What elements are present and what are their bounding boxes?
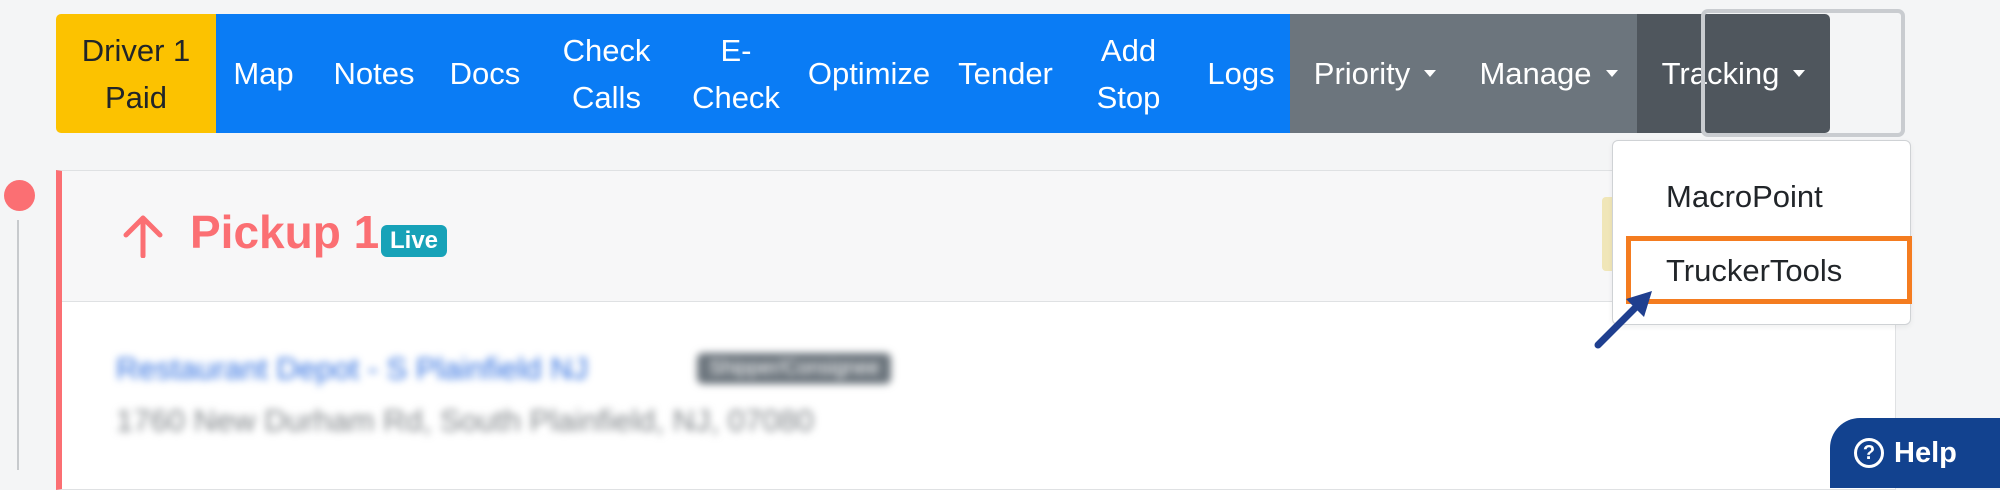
location-name-link[interactable]: Restaurant Depot - S Plainfield NJ <box>116 351 588 387</box>
timeline-dot <box>4 180 35 211</box>
map-button[interactable]: Map <box>216 14 311 133</box>
logs-button[interactable]: Logs <box>1192 14 1290 133</box>
help-label: Help <box>1894 436 1957 469</box>
e-check-button[interactable]: E- Check <box>680 14 792 133</box>
question-circle-icon: ? <box>1854 438 1884 468</box>
tracking-label: Tracking <box>1661 56 1780 91</box>
docs-button[interactable]: Docs <box>437 14 533 133</box>
menu-item-macropoint[interactable]: MacroPoint <box>1666 179 1823 215</box>
location-type-badge: Shipper/Consignee <box>697 353 892 384</box>
caret-down-icon <box>1793 70 1806 77</box>
timeline-line <box>17 220 19 470</box>
caret-down-icon <box>1424 70 1437 77</box>
priority-dropdown[interactable]: Priority <box>1290 14 1460 133</box>
pointer-arrow-icon <box>1594 291 1652 349</box>
caret-down-icon <box>1605 70 1618 77</box>
menu-item-truckertools[interactable]: TruckerTools <box>1666 253 1842 289</box>
optimize-button[interactable]: Optimize <box>792 14 946 133</box>
manage-dropdown[interactable]: Manage <box>1460 14 1637 133</box>
tracking-dropdown[interactable]: Tracking <box>1637 14 1830 133</box>
live-badge: Live <box>381 225 448 257</box>
notes-button[interactable]: Notes <box>311 14 437 133</box>
priority-label: Priority <box>1313 56 1411 91</box>
check-calls-button[interactable]: Check Calls <box>533 14 680 133</box>
help-button[interactable]: ? Help <box>1830 418 2000 488</box>
location-address: 1760 New Durham Rd, South Plainfield, NJ… <box>116 403 814 438</box>
arrow-up-icon <box>123 215 163 258</box>
load-action-toolbar: Driver 1 Paid Map Notes Docs Check Calls… <box>56 14 1830 133</box>
manage-label: Manage <box>1479 56 1592 91</box>
add-stop-button[interactable]: Add Stop <box>1065 14 1192 133</box>
driver-paid-status-button[interactable]: Driver 1 Paid <box>56 14 216 133</box>
stop-title: Pickup 1 <box>190 206 380 258</box>
tender-button[interactable]: Tender <box>946 14 1065 133</box>
